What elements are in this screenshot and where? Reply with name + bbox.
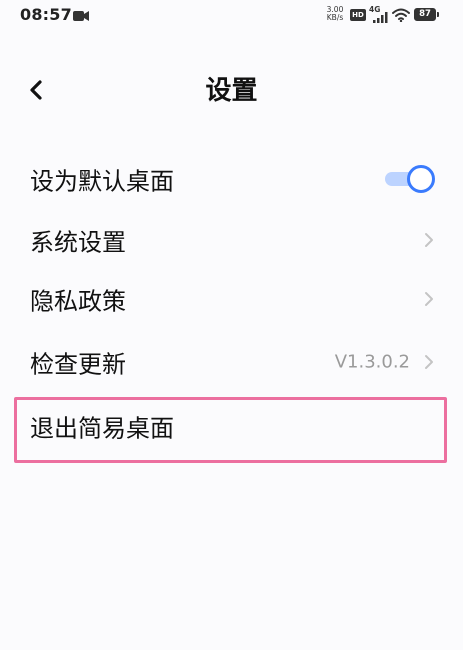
chevron-right-icon [425,233,433,247]
settings-row-privacy-policy[interactable]: 隐私政策 [0,271,463,327]
status-bar: 08:57 3.00 KB/s HD 4G 87 [0,0,463,32]
row-label: 检查更新 [30,350,126,379]
version-value: V1.3.0.2 [334,351,410,373]
page-title: 设置 [205,76,258,106]
row-label: 设为默认桌面 [30,167,174,196]
network-speed: 3.00 KB/s [324,6,346,22]
hd-badge: HD [350,9,366,21]
signal-bars-icon [373,12,388,23]
chevron-right-icon [425,355,433,369]
row-label: 隐私政策 [30,287,126,316]
settings-row-check-update[interactable]: 检查更新 V1.3.0.2 [0,334,463,390]
settings-row-default-launcher[interactable]: 设为默认桌面 [0,151,463,207]
chevron-right-icon [425,292,433,306]
settings-row-system-settings[interactable]: 系统设置 [0,212,463,268]
row-label: 系统设置 [30,228,126,257]
back-button[interactable] [20,74,52,106]
network-speed-unit: KB/s [326,13,344,22]
battery-indicator: 87 [414,8,439,21]
default-launcher-toggle[interactable] [385,165,435,193]
chevron-left-icon [30,80,42,100]
toggle-knob [407,165,435,193]
status-time: 08:57 [20,5,72,24]
wifi-icon [392,8,410,22]
cellular-signal: 4G [369,5,389,23]
highlight-annotation [14,397,447,463]
video-camera-icon [73,11,89,21]
